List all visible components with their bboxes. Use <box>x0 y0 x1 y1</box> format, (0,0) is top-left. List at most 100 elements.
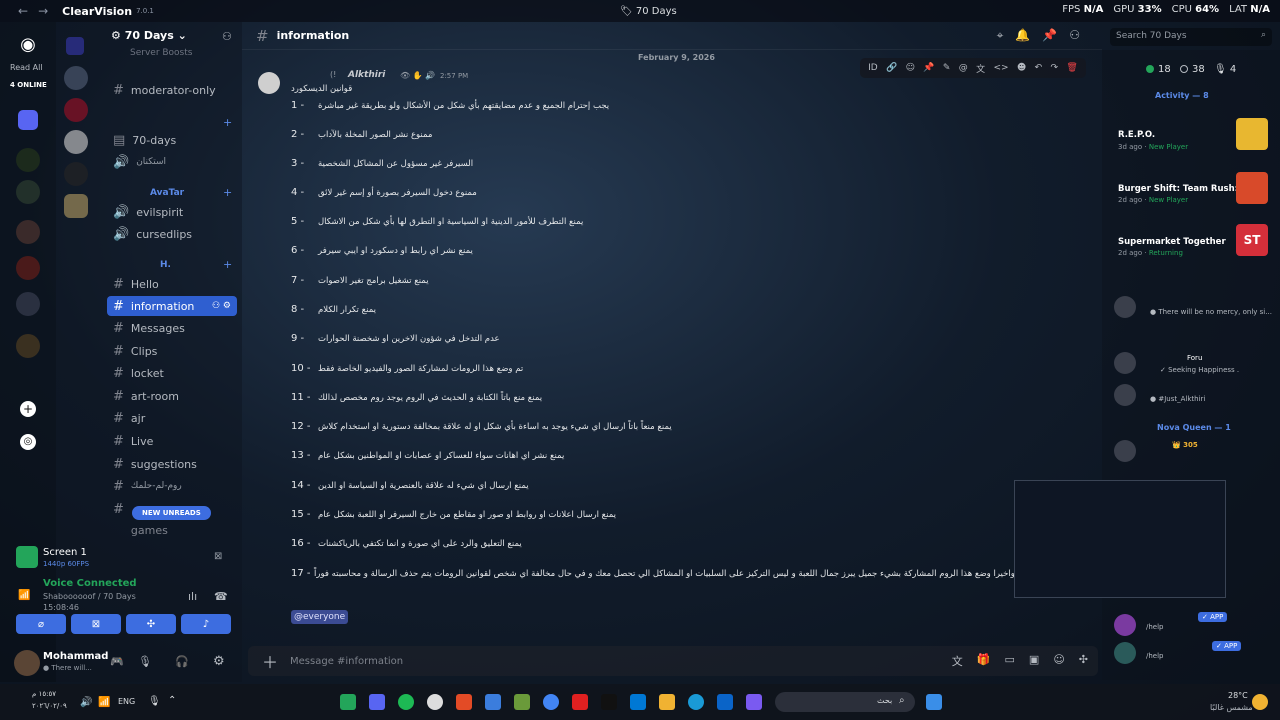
chrome-icon[interactable] <box>543 694 559 710</box>
channel-70-days[interactable]: ▤ 70-days <box>107 130 237 150</box>
youtube-icon[interactable] <box>572 694 588 710</box>
back-arrow-icon[interactable]: ← <box>18 4 28 18</box>
noise-suppression-icon[interactable]: ılı <box>188 590 197 603</box>
add-reaction-icon[interactable]: ☺ <box>906 63 915 73</box>
server-name[interactable]: ⚙ 70 Days ⌄ <box>111 29 187 42</box>
folder-icon[interactable] <box>18 110 38 130</box>
edit-icon[interactable]: ✎ <box>943 63 951 73</box>
member-avatar[interactable] <box>1114 440 1136 462</box>
translate-icon[interactable]: 文 <box>952 653 963 669</box>
spotify-icon[interactable] <box>398 694 414 710</box>
add-member-icon[interactable]: ⚇ <box>222 30 232 43</box>
server-icon[interactable] <box>16 148 40 172</box>
voice-channel[interactable]: 🔊 استكنان <box>107 152 237 172</box>
channel-ajr[interactable]: # ajr <box>107 408 237 428</box>
link-icon[interactable]: 🔗 <box>886 63 897 73</box>
mic-icon[interactable]: 🎙 <box>148 696 161 707</box>
add-server-icon[interactable]: + <box>20 401 36 417</box>
add-channel-icon[interactable]: + <box>223 258 232 271</box>
brave-icon[interactable] <box>456 694 472 710</box>
member-avatar[interactable] <box>1114 352 1136 374</box>
server-boosts-partial[interactable]: Server Boosts <box>130 48 192 56</box>
forward-arrow-icon[interactable]: → <box>38 4 48 18</box>
code-icon[interactable]: <> <box>993 63 1008 73</box>
server-icon[interactable] <box>16 180 40 204</box>
author-name[interactable]: Alkthiri <box>348 70 385 80</box>
search-input[interactable]: Search 70 Days ⌕ <box>1110 28 1272 46</box>
edge-icon[interactable] <box>688 694 704 710</box>
discord-icon[interactable] <box>369 694 385 710</box>
channel-games[interactable]: #games <box>107 522 237 538</box>
store-icon[interactable] <box>630 694 646 710</box>
read-all-button[interactable]: Read All <box>10 63 43 72</box>
gift-icon[interactable]: 🎁 <box>977 653 991 669</box>
game-thumbnail[interactable] <box>1236 172 1268 204</box>
channel-cursedlips[interactable]: 🔊 cursedlips <box>107 224 237 244</box>
camera-off-button[interactable]: ⌀ <box>16 614 66 634</box>
bot-avatar[interactable] <box>1114 614 1136 636</box>
voice-status[interactable]: Voice Connected <box>43 578 137 589</box>
channel-evilspirit[interactable]: 🔊 evilspirit <box>107 202 237 222</box>
headphones-icon[interactable]: 🎧 <box>175 655 189 668</box>
pin-icon[interactable]: 📌 <box>923 63 934 73</box>
id-icon[interactable]: ID <box>868 63 878 73</box>
discover-icon[interactable]: ◎ <box>20 434 36 450</box>
channel-art-room[interactable]: # art-room <box>107 386 237 406</box>
message-input[interactable]: Message #information <box>290 656 403 667</box>
avatar[interactable] <box>14 650 40 676</box>
member-name[interactable]: Foru <box>1187 354 1202 362</box>
channel-hello[interactable]: # Hello <box>107 274 237 294</box>
wifi-icon[interactable]: 📶 <box>98 697 110 708</box>
sticker-icon[interactable]: ▣ <box>1029 653 1039 669</box>
discord-home-icon[interactable]: ◉ <box>15 34 41 55</box>
emoji-icon[interactable]: ☻ <box>1017 63 1026 73</box>
weather-temp[interactable]: 28°C <box>1228 691 1248 700</box>
tray-chevron-icon[interactable]: ⌃ <box>168 695 176 706</box>
channel-moderator-only[interactable]: # moderator-only <box>107 80 237 100</box>
bot-command[interactable]: /help <box>1146 652 1164 660</box>
add-channel-icon[interactable]: + <box>223 116 232 129</box>
server-icon[interactable] <box>16 292 40 316</box>
game-controller-icon[interactable]: 🎮 <box>110 655 124 668</box>
add-channel-icon[interactable]: + <box>223 186 232 199</box>
activity-title[interactable]: Supermarket Together <box>1118 237 1236 247</box>
game-thumbnail[interactable]: ST <box>1236 224 1268 256</box>
nova-queen-header[interactable]: Nova Queen — 1 <box>1157 423 1231 432</box>
new-unreads-button[interactable]: NEW UNREADS <box>132 506 211 520</box>
taskbar-search[interactable]: بحث ⌕ <box>775 692 915 712</box>
forward-icon[interactable]: ↷ <box>1050 63 1058 73</box>
activity-title[interactable]: Burger Shift: Team Rush: P... <box>1118 184 1236 194</box>
screen-share-button[interactable]: ⊠ <box>71 614 121 634</box>
category-h[interactable]: H. <box>160 260 171 270</box>
channel-clips[interactable]: # Clips <box>107 341 237 361</box>
apps-icon[interactable]: ✣ <box>1079 653 1088 669</box>
channel-information[interactable]: # information ⚇ ⚙ <box>107 296 237 316</box>
windows-start-icon[interactable] <box>926 694 942 710</box>
voice-location[interactable]: Shaboooooof / 70 Days <box>43 592 136 601</box>
channel-rtl[interactable]: # روم-لم-حلمك <box>107 476 237 496</box>
bot-avatar[interactable] <box>1114 642 1136 664</box>
server-icon[interactable] <box>16 334 40 358</box>
clock-date[interactable]: ٢٠٢٦/٠٢/٠٩ <box>32 702 67 710</box>
mention-icon[interactable]: @ <box>959 63 968 73</box>
channel-live[interactable]: # Live <box>107 431 237 451</box>
message-composer[interactable]: ＋ Message #information 文 🎁 ▭ ▣ ☺ ✣ <box>248 646 1098 676</box>
gif-icon[interactable]: ▭ <box>1005 653 1015 669</box>
language-indicator[interactable]: ENG <box>118 697 135 706</box>
screen-share-preview[interactable] <box>1014 480 1226 598</box>
steam-icon[interactable] <box>427 694 443 710</box>
emoji-icon[interactable]: ☺ <box>1053 653 1064 669</box>
author-avatar[interactable] <box>258 72 280 94</box>
soundboard-button[interactable]: ♪ <box>181 614 231 634</box>
outlook-icon[interactable] <box>717 694 733 710</box>
channel-suggestions[interactable]: # suggestions <box>107 454 237 474</box>
member-avatar[interactable] <box>1114 384 1136 406</box>
everyone-mention[interactable]: @everyone <box>291 610 349 624</box>
explorer-icon[interactable] <box>659 694 675 710</box>
channel-locket[interactable]: # locket <box>107 363 237 383</box>
delete-icon[interactable]: 🗑 <box>1066 63 1077 73</box>
activities-button[interactable]: ✣ <box>126 614 176 634</box>
user-name[interactable]: Mohammad <box>43 651 108 662</box>
activity-title[interactable]: R.E.P.O. <box>1118 130 1236 140</box>
game-thumbnail[interactable] <box>1236 118 1268 150</box>
